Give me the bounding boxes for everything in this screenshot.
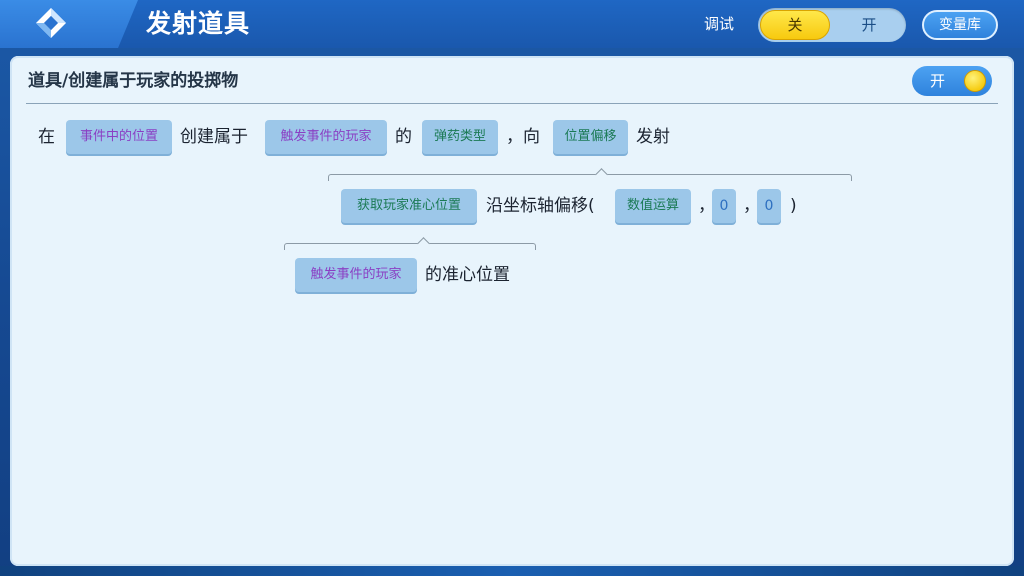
text-create: 创建属于 bbox=[180, 127, 248, 147]
nesting-brace bbox=[284, 243, 536, 250]
param-position-offset[interactable]: 位置偏移 bbox=[553, 120, 628, 154]
debug-toggle[interactable]: 关 开 bbox=[758, 8, 906, 42]
param-get-aim-position[interactable]: 获取玩家准心位置 bbox=[341, 189, 477, 223]
variable-library-button[interactable]: 变量库 bbox=[922, 10, 998, 40]
debug-label: 调试 bbox=[704, 15, 735, 33]
title-divider bbox=[26, 103, 998, 104]
back-button[interactable] bbox=[0, 0, 138, 48]
nesting-brace bbox=[328, 174, 852, 181]
text-of: 的 bbox=[395, 127, 412, 147]
bottom-bar bbox=[0, 566, 1024, 576]
param-value-1[interactable]: 0 bbox=[712, 189, 736, 223]
param-math-operation[interactable]: 数值运算 bbox=[615, 189, 691, 223]
param-ammo-type[interactable]: 弹药类型 bbox=[422, 120, 498, 154]
text-aim-position: 的准心位置 bbox=[425, 265, 510, 285]
enable-toggle-label: 开 bbox=[930, 72, 946, 90]
debug-on-option[interactable]: 开 bbox=[834, 10, 904, 40]
text-fire: 发射 bbox=[636, 127, 670, 147]
text-comma-to: ，向 bbox=[506, 127, 540, 147]
text-axis-offset: 沿坐标轴偏移( bbox=[486, 196, 595, 216]
page-title: 发射道具 bbox=[146, 9, 251, 38]
text-close-paren: ) bbox=[790, 196, 797, 216]
debug-off-option[interactable]: 关 bbox=[760, 10, 830, 40]
enable-toggle[interactable]: 开 bbox=[912, 66, 992, 96]
toggle-knob-icon bbox=[964, 70, 986, 92]
param-value-2[interactable]: 0 bbox=[757, 189, 781, 223]
action-panel: 道具/创建属于玩家的投掷物 开 在 事件中的位置 创建属于 触发事件的玩家 的 … bbox=[10, 56, 1014, 566]
param-trigger-player[interactable]: 触发事件的玩家 bbox=[265, 120, 387, 154]
action-title: 道具/创建属于玩家的投掷物 bbox=[28, 71, 239, 91]
text-at: 在 bbox=[38, 127, 55, 147]
param-trigger-player[interactable]: 触发事件的玩家 bbox=[295, 258, 417, 292]
diamond-back-icon bbox=[36, 8, 66, 38]
param-event-position[interactable]: 事件中的位置 bbox=[66, 120, 172, 154]
top-bar: 发射道具 调试 关 开 变量库 bbox=[0, 0, 1024, 48]
